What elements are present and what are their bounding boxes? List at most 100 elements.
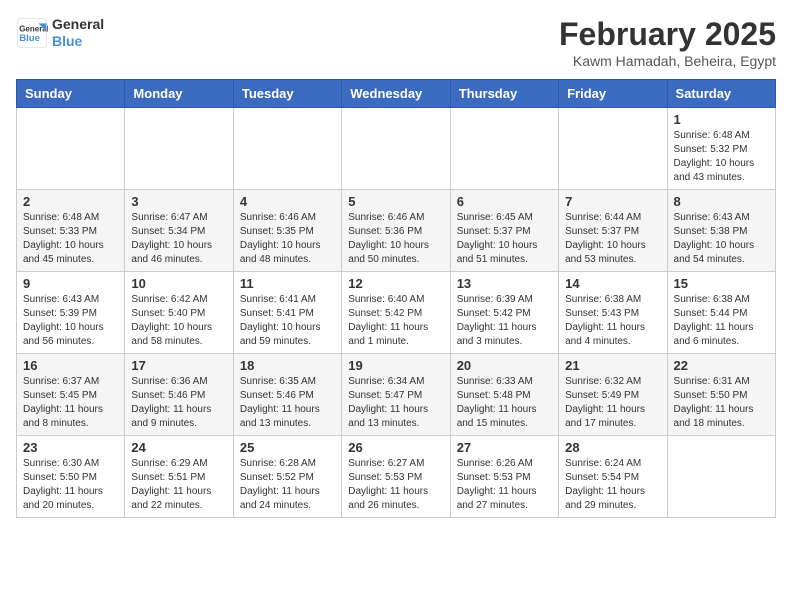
calendar-week-5: 23Sunrise: 6:30 AM Sunset: 5:50 PM Dayli…	[17, 436, 776, 518]
calendar-cell	[667, 436, 775, 518]
calendar-cell: 8 Sunrise: 6:43 AM Sunset: 5:38 PM Daylig…	[667, 190, 775, 272]
calendar-week-1: 1 Sunrise: 6:48 AM Sunset: 5:32 PM Daylig…	[17, 108, 776, 190]
calendar-cell: 17Sunrise: 6:36 AM Sunset: 5:46 PM Dayli…	[125, 354, 233, 436]
day-info: Sunrise: 6:33 AM Sunset: 5:48 PM Dayligh…	[457, 375, 552, 431]
day-info: Sunrise: 6:38 AM Sunset: 5:44 PM Dayligh…	[674, 293, 769, 349]
calendar-week-2: 2Sunrise: 6:48 AM Sunset: 5:33 PM Daylig…	[17, 190, 776, 272]
calendar-cell: 15 Sunrise: 6:38 AM Sunset: 5:44 PM Dayli…	[667, 272, 775, 354]
day-number: 9	[23, 276, 118, 291]
day-number: 3	[131, 194, 226, 209]
day-info: Sunrise: 6:38 AM Sunset: 5:43 PM Dayligh…	[565, 293, 660, 349]
calendar-cell	[17, 108, 125, 190]
calendar-cell: 21 Sunrise: 6:32 AM Sunset: 5:49 PM Dayli…	[559, 354, 667, 436]
day-number: 22	[674, 358, 769, 373]
day-info: Sunrise: 6:31 AM Sunset: 5:50 PM Dayligh…	[674, 375, 769, 431]
day-info: Sunrise: 6:39 AM Sunset: 5:42 PM Dayligh…	[457, 293, 552, 349]
calendar-cell: 7Sunrise: 6:44 AM Sunset: 5:37 PM Daylig…	[559, 190, 667, 272]
day-number: 11	[240, 276, 335, 291]
day-info: Sunrise: 6:35 AM Sunset: 5:46 PM Dayligh…	[240, 375, 335, 431]
day-info: Sunrise: 6:48 AM Sunset: 5:32 PM Dayligh…	[674, 129, 769, 185]
day-info: Sunrise: 6:24 AM Sunset: 5:54 PM Dayligh…	[565, 457, 660, 513]
calendar-cell: 27 Sunrise: 6:26 AM Sunset: 5:53 PM Dayli…	[450, 436, 558, 518]
calendar-cell: 19 Sunrise: 6:34 AM Sunset: 5:47 PM Dayli…	[342, 354, 450, 436]
calendar-table: SundayMondayTuesdayWednesdayThursdayFrid…	[16, 79, 776, 518]
day-number: 24	[131, 440, 226, 455]
calendar-header-monday: Monday	[125, 80, 233, 108]
day-info: Sunrise: 6:41 AM Sunset: 5:41 PM Dayligh…	[240, 293, 335, 349]
calendar-cell: 16Sunrise: 6:37 AM Sunset: 5:45 PM Dayli…	[17, 354, 125, 436]
day-info: Sunrise: 6:48 AM Sunset: 5:33 PM Dayligh…	[23, 211, 118, 267]
logo-icon: General Blue	[16, 17, 48, 49]
day-number: 26	[348, 440, 443, 455]
day-number: 20	[457, 358, 552, 373]
day-number: 19	[348, 358, 443, 373]
day-number: 27	[457, 440, 552, 455]
calendar-header-row: SundayMondayTuesdayWednesdayThursdayFrid…	[17, 80, 776, 108]
day-number: 21	[565, 358, 660, 373]
calendar-cell: 2Sunrise: 6:48 AM Sunset: 5:33 PM Daylig…	[17, 190, 125, 272]
day-number: 15	[674, 276, 769, 291]
calendar-cell: 18 Sunrise: 6:35 AM Sunset: 5:46 PM Dayli…	[233, 354, 341, 436]
calendar-cell: 20 Sunrise: 6:33 AM Sunset: 5:48 PM Dayli…	[450, 354, 558, 436]
day-number: 6	[457, 194, 552, 209]
calendar-cell: 25 Sunrise: 6:28 AM Sunset: 5:52 PM Dayli…	[233, 436, 341, 518]
day-info: Sunrise: 6:28 AM Sunset: 5:52 PM Dayligh…	[240, 457, 335, 513]
calendar-cell: 28 Sunrise: 6:24 AM Sunset: 5:54 PM Dayli…	[559, 436, 667, 518]
day-info: Sunrise: 6:26 AM Sunset: 5:53 PM Dayligh…	[457, 457, 552, 513]
day-number: 10	[131, 276, 226, 291]
day-number: 25	[240, 440, 335, 455]
calendar-cell	[125, 108, 233, 190]
calendar-cell: 24 Sunrise: 6:29 AM Sunset: 5:51 PM Dayli…	[125, 436, 233, 518]
calendar-cell: 11 Sunrise: 6:41 AM Sunset: 5:41 PM Dayli…	[233, 272, 341, 354]
day-info: Sunrise: 6:45 AM Sunset: 5:37 PM Dayligh…	[457, 211, 552, 267]
calendar-cell: 10Sunrise: 6:42 AM Sunset: 5:40 PM Dayli…	[125, 272, 233, 354]
calendar-header-wednesday: Wednesday	[342, 80, 450, 108]
day-info: Sunrise: 6:43 AM Sunset: 5:38 PM Dayligh…	[674, 211, 769, 267]
calendar-header-friday: Friday	[559, 80, 667, 108]
day-number: 5	[348, 194, 443, 209]
day-info: Sunrise: 6:27 AM Sunset: 5:53 PM Dayligh…	[348, 457, 443, 513]
calendar-cell: 26 Sunrise: 6:27 AM Sunset: 5:53 PM Dayli…	[342, 436, 450, 518]
logo: General Blue General Blue	[16, 16, 104, 50]
calendar-cell: 23Sunrise: 6:30 AM Sunset: 5:50 PM Dayli…	[17, 436, 125, 518]
page-title: February 2025	[559, 16, 776, 53]
calendar-cell: 6 Sunrise: 6:45 AM Sunset: 5:37 PM Daylig…	[450, 190, 558, 272]
day-number: 18	[240, 358, 335, 373]
calendar-cell: 5 Sunrise: 6:46 AM Sunset: 5:36 PM Daylig…	[342, 190, 450, 272]
day-info: Sunrise: 6:32 AM Sunset: 5:49 PM Dayligh…	[565, 375, 660, 431]
day-number: 28	[565, 440, 660, 455]
logo-general: General	[52, 16, 104, 33]
day-info: Sunrise: 6:46 AM Sunset: 5:36 PM Dayligh…	[348, 211, 443, 267]
calendar-week-4: 16Sunrise: 6:37 AM Sunset: 5:45 PM Dayli…	[17, 354, 776, 436]
calendar-cell: 3 Sunrise: 6:47 AM Sunset: 5:34 PM Daylig…	[125, 190, 233, 272]
day-info: Sunrise: 6:47 AM Sunset: 5:34 PM Dayligh…	[131, 211, 226, 267]
day-info: Sunrise: 6:34 AM Sunset: 5:47 PM Dayligh…	[348, 375, 443, 431]
day-info: Sunrise: 6:36 AM Sunset: 5:46 PM Dayligh…	[131, 375, 226, 431]
day-number: 14	[565, 276, 660, 291]
calendar-cell: 4 Sunrise: 6:46 AM Sunset: 5:35 PM Daylig…	[233, 190, 341, 272]
page-header: General Blue General Blue February 2025 …	[16, 16, 776, 69]
calendar-header-thursday: Thursday	[450, 80, 558, 108]
calendar-header-saturday: Saturday	[667, 80, 775, 108]
day-info: Sunrise: 6:37 AM Sunset: 5:45 PM Dayligh…	[23, 375, 118, 431]
day-number: 7	[565, 194, 660, 209]
day-number: 13	[457, 276, 552, 291]
calendar-cell	[233, 108, 341, 190]
calendar-cell	[342, 108, 450, 190]
day-info: Sunrise: 6:43 AM Sunset: 5:39 PM Dayligh…	[23, 293, 118, 349]
day-number: 4	[240, 194, 335, 209]
calendar-cell: 22 Sunrise: 6:31 AM Sunset: 5:50 PM Dayli…	[667, 354, 775, 436]
day-number: 8	[674, 194, 769, 209]
calendar-week-3: 9 Sunrise: 6:43 AM Sunset: 5:39 PM Daylig…	[17, 272, 776, 354]
title-block: February 2025 Kawm Hamadah, Beheira, Egy…	[559, 16, 776, 69]
calendar-cell	[559, 108, 667, 190]
day-number: 1	[674, 112, 769, 127]
day-number: 23	[23, 440, 118, 455]
svg-text:Blue: Blue	[19, 33, 40, 44]
calendar-header-tuesday: Tuesday	[233, 80, 341, 108]
day-number: 12	[348, 276, 443, 291]
calendar-cell: 13 Sunrise: 6:39 AM Sunset: 5:42 PM Dayli…	[450, 272, 558, 354]
day-info: Sunrise: 6:46 AM Sunset: 5:35 PM Dayligh…	[240, 211, 335, 267]
logo-blue: Blue	[52, 33, 104, 50]
day-info: Sunrise: 6:29 AM Sunset: 5:51 PM Dayligh…	[131, 457, 226, 513]
